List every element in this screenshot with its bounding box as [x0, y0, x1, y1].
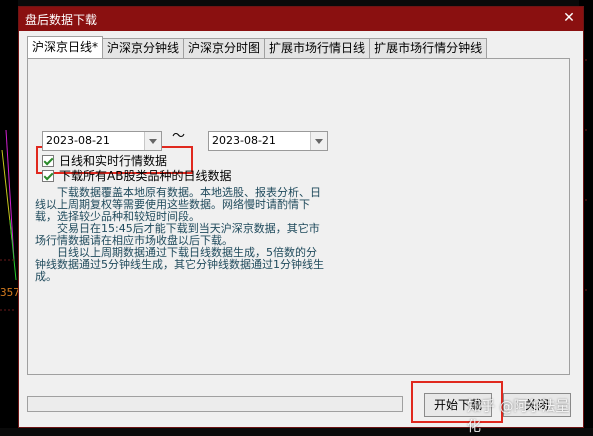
- tab-ext-daily[interactable]: 扩展市场行情日线: [264, 38, 371, 58]
- chart-lines: [0, 129, 17, 311]
- end-date-select[interactable]: 2023-08-21: [208, 131, 328, 151]
- chevron-down-icon[interactable]: [144, 132, 161, 150]
- title-bar: 盘后数据下载: [19, 7, 583, 31]
- info-paragraph: 下载数据覆盖本地原有数据。本地选股、报表分析、日线以上周期复权等需要使用这些数据…: [35, 186, 321, 223]
- progress-bar: [27, 396, 403, 412]
- date-range-separator: ～: [172, 129, 186, 144]
- tab-bar: 沪深京日线* 沪深京分钟线 沪深京分时图 扩展市场行情日线 扩展市场行情分钟线: [27, 36, 488, 59]
- ab-daily-label: 下载所有AB股类品种的日线数据: [59, 169, 232, 183]
- info-paragraph: 日线以上周期数据通过下载日线数据生成，5倍数的分钟线数据通过5分钟线生成，其它分…: [35, 246, 324, 283]
- tab-daily[interactable]: 沪深京日线*: [27, 36, 104, 58]
- start-date-select[interactable]: 2023-08-21: [42, 131, 162, 151]
- tab-minute[interactable]: 沪深京分钟线: [102, 38, 185, 58]
- ab-daily-option[interactable]: 下载所有AB股类品种的日线数据: [42, 167, 231, 184]
- chevron-down-icon[interactable]: [310, 132, 327, 150]
- tab-intraday[interactable]: 沪深京分时图: [183, 38, 266, 58]
- end-date-value: 2023-08-21: [212, 134, 276, 147]
- download-dialog: 盘后数据下载 ✕ 沪深京日线* 沪深京分钟线 沪深京分时图 扩展市场行情日线 扩…: [18, 6, 584, 435]
- daily-realtime-checkbox[interactable]: [42, 154, 54, 167]
- info-text: 下载数据覆盖本地原有数据。本地选股、报表分析、日线以上周期复权等需要使用这些数据…: [35, 187, 327, 283]
- chart-background-left: [0, 0, 18, 428]
- watermark: 知乎 @阿尔法量化: [467, 399, 570, 435]
- ab-daily-checkbox[interactable]: [42, 169, 54, 182]
- dialog-title: 盘后数据下载: [25, 12, 98, 27]
- info-paragraph: 交易日在15:45后才能下载到当天沪深京数据，其它市场行情数据请在相应市场收盘以…: [35, 222, 320, 247]
- close-icon[interactable]: ✕: [561, 10, 577, 26]
- price-axis-label: 357: [0, 286, 20, 299]
- tab-ext-minute[interactable]: 扩展市场行情分钟线: [369, 38, 488, 58]
- start-date-value: 2023-08-21: [46, 134, 110, 147]
